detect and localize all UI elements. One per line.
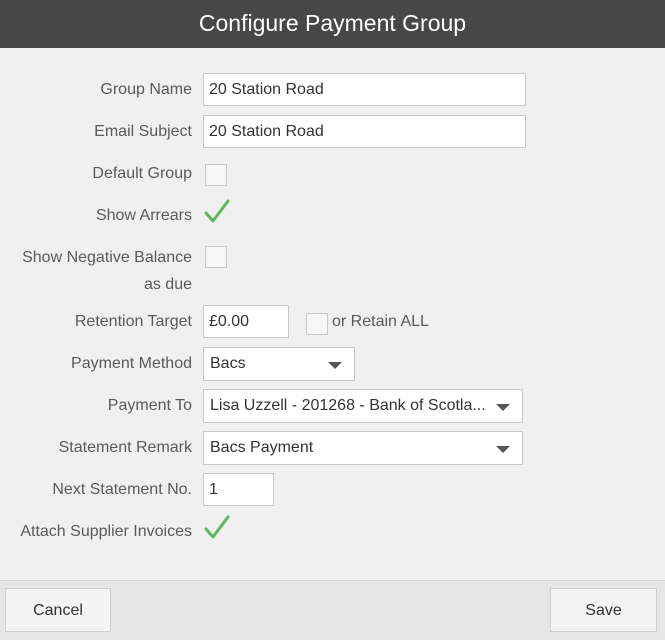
retention-target-label: Retention Target xyxy=(74,313,192,330)
default-group-label: Default Group xyxy=(92,165,192,182)
dialog-footer: Cancel Save xyxy=(0,580,665,640)
checkmark-icon xyxy=(204,199,230,223)
attach-supplier-invoices-checkbox[interactable] xyxy=(203,514,231,542)
statement-remark-value: Bacs Payment xyxy=(210,439,314,456)
payment-method-select[interactable]: Bacs xyxy=(203,347,355,381)
payment-method-label: Payment Method xyxy=(71,355,192,372)
retain-all-checkbox[interactable] xyxy=(306,313,328,335)
next-statement-no-input[interactable] xyxy=(203,473,274,506)
attach-supplier-invoices-label: Attach Supplier Invoices xyxy=(20,523,192,540)
payment-group-form: Group Name Email Subject Default Group S… xyxy=(0,48,665,580)
statement-remark-label: Statement Remark xyxy=(58,439,192,456)
next-statement-no-label: Next Statement No. xyxy=(52,481,192,498)
payment-to-label: Payment To xyxy=(107,397,192,414)
chevron-down-icon xyxy=(328,362,342,369)
email-subject-input[interactable] xyxy=(203,115,526,148)
chevron-down-icon xyxy=(496,446,510,453)
retention-target-input[interactable] xyxy=(203,305,289,338)
save-button[interactable]: Save xyxy=(550,588,657,632)
cancel-button[interactable]: Cancel xyxy=(5,588,111,632)
retain-all-label: or Retain ALL xyxy=(332,313,429,330)
group-name-label: Group Name xyxy=(100,81,192,98)
show-negative-balance-label: Show Negative Balance as due xyxy=(22,249,192,293)
checkmark-icon xyxy=(204,515,230,539)
group-name-input[interactable] xyxy=(203,73,526,106)
default-group-checkbox[interactable] xyxy=(205,164,227,186)
email-subject-label: Email Subject xyxy=(94,123,192,140)
show-negative-balance-checkbox[interactable] xyxy=(205,246,227,268)
chevron-down-icon xyxy=(496,404,510,411)
statement-remark-select[interactable]: Bacs Payment xyxy=(203,431,523,465)
dialog-title: Configure Payment Group xyxy=(0,0,665,48)
payment-to-select[interactable]: Lisa Uzzell - 201268 - Bank of Scotla... xyxy=(203,389,523,423)
show-arrears-label: Show Arrears xyxy=(95,207,192,224)
payment-to-value: Lisa Uzzell - 201268 - Bank of Scotla... xyxy=(210,397,486,414)
payment-method-value: Bacs xyxy=(210,355,246,372)
show-arrears-checkbox[interactable] xyxy=(203,198,231,226)
